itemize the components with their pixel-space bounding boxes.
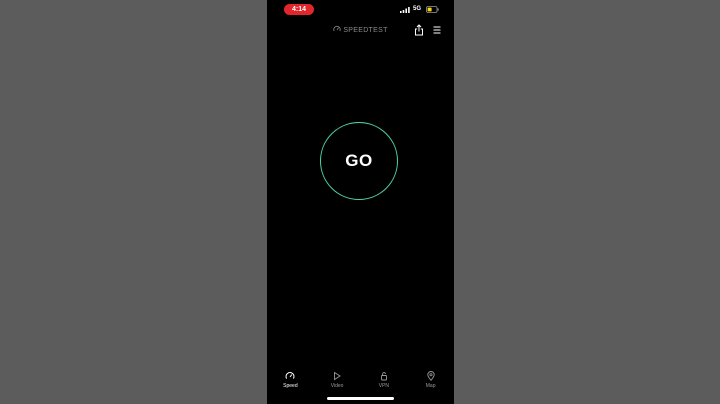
tab-label: Map [425, 383, 436, 389]
speedometer-icon [285, 372, 295, 379]
tab-label: Video [330, 383, 344, 389]
app-brand: SPEEDTEST [267, 25, 454, 36]
brand-name: SPEEDTEST [343, 27, 388, 34]
go-button[interactable]: GO [320, 122, 398, 200]
map-pin-icon [426, 371, 435, 381]
tab-map[interactable]: Map [407, 368, 454, 392]
share-icon[interactable] [414, 24, 424, 36]
app-header: SPEEDTEST [267, 22, 454, 40]
bottom-tab-bar: Speed Video VPN Map [267, 368, 454, 392]
home-indicator[interactable] [327, 397, 394, 400]
status-bar: 4:14 5G [267, 0, 454, 20]
status-time[interactable]: 4:14 [284, 4, 314, 15]
cellular-signal-icon [400, 7, 410, 13]
lock-icon [380, 372, 387, 381]
phone-screen: 4:14 5G SPEEDTEST GO Speed Video VPN Map [267, 0, 454, 404]
tab-label: VPN [378, 383, 390, 389]
tab-vpn[interactable]: VPN [361, 368, 408, 392]
tab-video[interactable]: Video [314, 368, 361, 392]
screen-background: 4:14 5G SPEEDTEST GO Speed Video VPN Map [0, 0, 720, 404]
tab-label: Speed [283, 383, 298, 389]
go-button-label: GO [345, 151, 373, 170]
network-type-label: 5G [413, 6, 422, 12]
gauge-icon [333, 25, 341, 32]
play-icon [334, 371, 341, 381]
hamburger-menu-icon[interactable] [432, 25, 442, 35]
tab-speed[interactable]: Speed [267, 368, 314, 392]
battery-icon [426, 6, 439, 13]
